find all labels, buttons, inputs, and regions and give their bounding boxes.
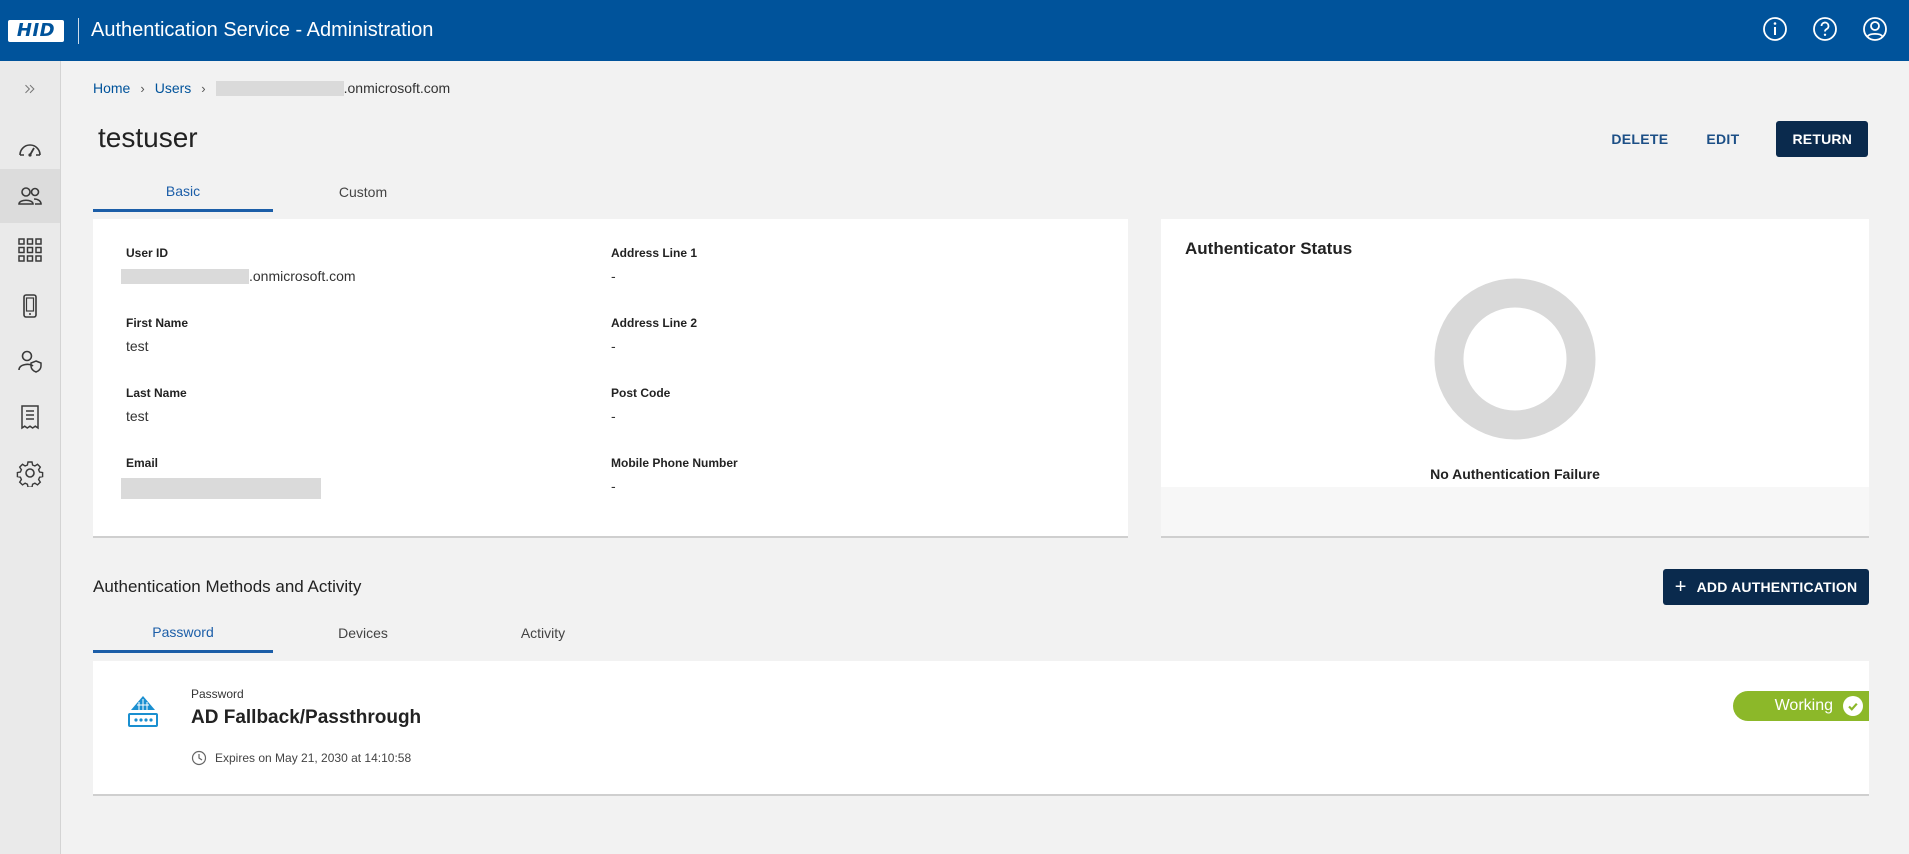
sidebar-expand[interactable] bbox=[0, 61, 60, 117]
user-shield-icon bbox=[18, 350, 42, 373]
sidebar-item-user-security[interactable] bbox=[0, 334, 60, 388]
first-name-label: First Name bbox=[126, 316, 189, 330]
mobile-field: Mobile Phone Number - bbox=[611, 456, 738, 494]
password-key-icon bbox=[128, 696, 158, 727]
first-name-value: test bbox=[126, 338, 149, 354]
logo-text: HID bbox=[16, 20, 56, 41]
check-icon bbox=[1843, 696, 1863, 716]
post-code-value: - bbox=[611, 408, 616, 424]
tab-custom[interactable]: Custom bbox=[273, 172, 453, 212]
page-title: testuser bbox=[98, 122, 198, 153]
chevron-right-icon: › bbox=[140, 80, 145, 96]
user-details-card: User ID .onmicrosoft.com First Name test… bbox=[93, 219, 1128, 538]
add-authentication-label: ADD AUTHENTICATION bbox=[1696, 579, 1858, 595]
email-label: Email bbox=[126, 456, 159, 470]
status-badge: Working bbox=[1733, 691, 1869, 721]
user-id-suffix: .onmicrosoft.com bbox=[249, 268, 356, 284]
post-code-label: Post Code bbox=[611, 386, 671, 400]
help-icon[interactable] bbox=[1811, 15, 1839, 43]
mobile-value: - bbox=[611, 478, 616, 494]
breadcrumb: Home › Users › .onmicrosoft.com bbox=[93, 80, 450, 96]
app-title: Authentication Service - Administration bbox=[91, 19, 434, 41]
delete-button[interactable]: DELETE bbox=[1592, 121, 1687, 157]
mobile-device-icon bbox=[23, 294, 37, 318]
tab-password[interactable]: Password bbox=[93, 613, 273, 653]
email-field: Email bbox=[121, 456, 321, 502]
edit-button[interactable]: EDIT bbox=[1687, 121, 1758, 157]
sidebar-item-settings[interactable] bbox=[0, 446, 60, 500]
authenticator-status-message: No Authentication Failure bbox=[1430, 466, 1600, 482]
post-code-field: Post Code - bbox=[611, 386, 670, 424]
method-list-item[interactable]: Password AD Fallback/Passthrough Expires… bbox=[93, 661, 1869, 796]
redacted-block bbox=[121, 268, 249, 284]
sidebar-item-applications[interactable] bbox=[0, 223, 60, 277]
header-actions bbox=[1761, 15, 1889, 43]
method-expiry: Expires on May 21, 2030 at 14:10:58 bbox=[191, 750, 411, 766]
app-header: HID Authentication Service - Administrat… bbox=[0, 0, 1909, 61]
account-icon[interactable] bbox=[1861, 15, 1889, 43]
user-id-field: User ID .onmicrosoft.com bbox=[121, 246, 356, 284]
address1-field: Address Line 1 - bbox=[611, 246, 697, 284]
grid-icon bbox=[18, 238, 42, 262]
breadcrumb-current: .onmicrosoft.com bbox=[215, 80, 451, 96]
detail-tabs: Basic Custom bbox=[93, 172, 453, 212]
double-chevron-right-icon bbox=[25, 84, 35, 94]
plus-icon: + bbox=[1674, 576, 1687, 598]
redacted-block bbox=[215, 80, 344, 96]
methods-section-title: Authentication Methods and Activity bbox=[93, 577, 362, 596]
gear-icon bbox=[16, 461, 44, 487]
status-donut-chart bbox=[1434, 278, 1596, 440]
clock-icon bbox=[191, 750, 207, 766]
user-id-value: .onmicrosoft.com bbox=[121, 268, 356, 284]
redacted-block bbox=[121, 478, 321, 499]
tab-basic[interactable]: Basic bbox=[93, 172, 273, 212]
methods-tabs: Password Devices Activity bbox=[93, 613, 633, 653]
last-name-value: test bbox=[126, 408, 149, 424]
address1-label: Address Line 1 bbox=[611, 246, 698, 260]
chevron-right-icon: › bbox=[201, 80, 206, 96]
address2-field: Address Line 2 - bbox=[611, 316, 697, 354]
method-name: AD Fallback/Passthrough bbox=[191, 707, 422, 728]
page-actions: DELETE EDIT RETURN bbox=[1592, 121, 1868, 157]
status-card-footer bbox=[1161, 487, 1869, 536]
user-id-label: User ID bbox=[126, 246, 169, 260]
users-icon bbox=[18, 187, 42, 205]
tab-devices[interactable]: Devices bbox=[273, 613, 453, 653]
status-badge-label: Working bbox=[1774, 697, 1833, 714]
last-name-label: Last Name bbox=[126, 386, 187, 400]
sidebar bbox=[0, 61, 61, 854]
authenticator-status-title: Authenticator Status bbox=[1185, 239, 1353, 258]
address2-label: Address Line 2 bbox=[611, 316, 698, 330]
info-icon[interactable] bbox=[1761, 15, 1789, 43]
authenticator-status-card: Authenticator Status No Authentication F… bbox=[1161, 219, 1869, 538]
breadcrumb-current-suffix: .onmicrosoft.com bbox=[343, 80, 451, 96]
first-name-field: First Name test bbox=[126, 316, 188, 354]
tab-activity[interactable]: Activity bbox=[453, 613, 633, 653]
sidebar-item-devices[interactable] bbox=[0, 279, 60, 333]
add-authentication-button[interactable]: + ADD AUTHENTICATION bbox=[1663, 569, 1869, 605]
speedometer-icon bbox=[19, 144, 41, 157]
sidebar-item-users[interactable] bbox=[0, 169, 60, 223]
receipt-icon bbox=[21, 405, 39, 430]
return-button[interactable]: RETURN bbox=[1776, 121, 1868, 157]
mobile-label: Mobile Phone Number bbox=[611, 456, 738, 470]
address1-value: - bbox=[611, 268, 616, 284]
header-divider bbox=[78, 17, 79, 44]
breadcrumb-users[interactable]: Users bbox=[155, 80, 192, 96]
address2-value: - bbox=[611, 338, 616, 354]
method-type: Password bbox=[191, 687, 244, 701]
method-expiry-text: Expires on May 21, 2030 at 14:10:58 bbox=[215, 751, 412, 765]
email-value bbox=[121, 478, 321, 502]
last-name-field: Last Name test bbox=[126, 386, 187, 424]
hid-logo[interactable]: HID bbox=[8, 19, 64, 42]
breadcrumb-home[interactable]: Home bbox=[93, 80, 130, 96]
sidebar-item-reports[interactable] bbox=[0, 390, 60, 444]
